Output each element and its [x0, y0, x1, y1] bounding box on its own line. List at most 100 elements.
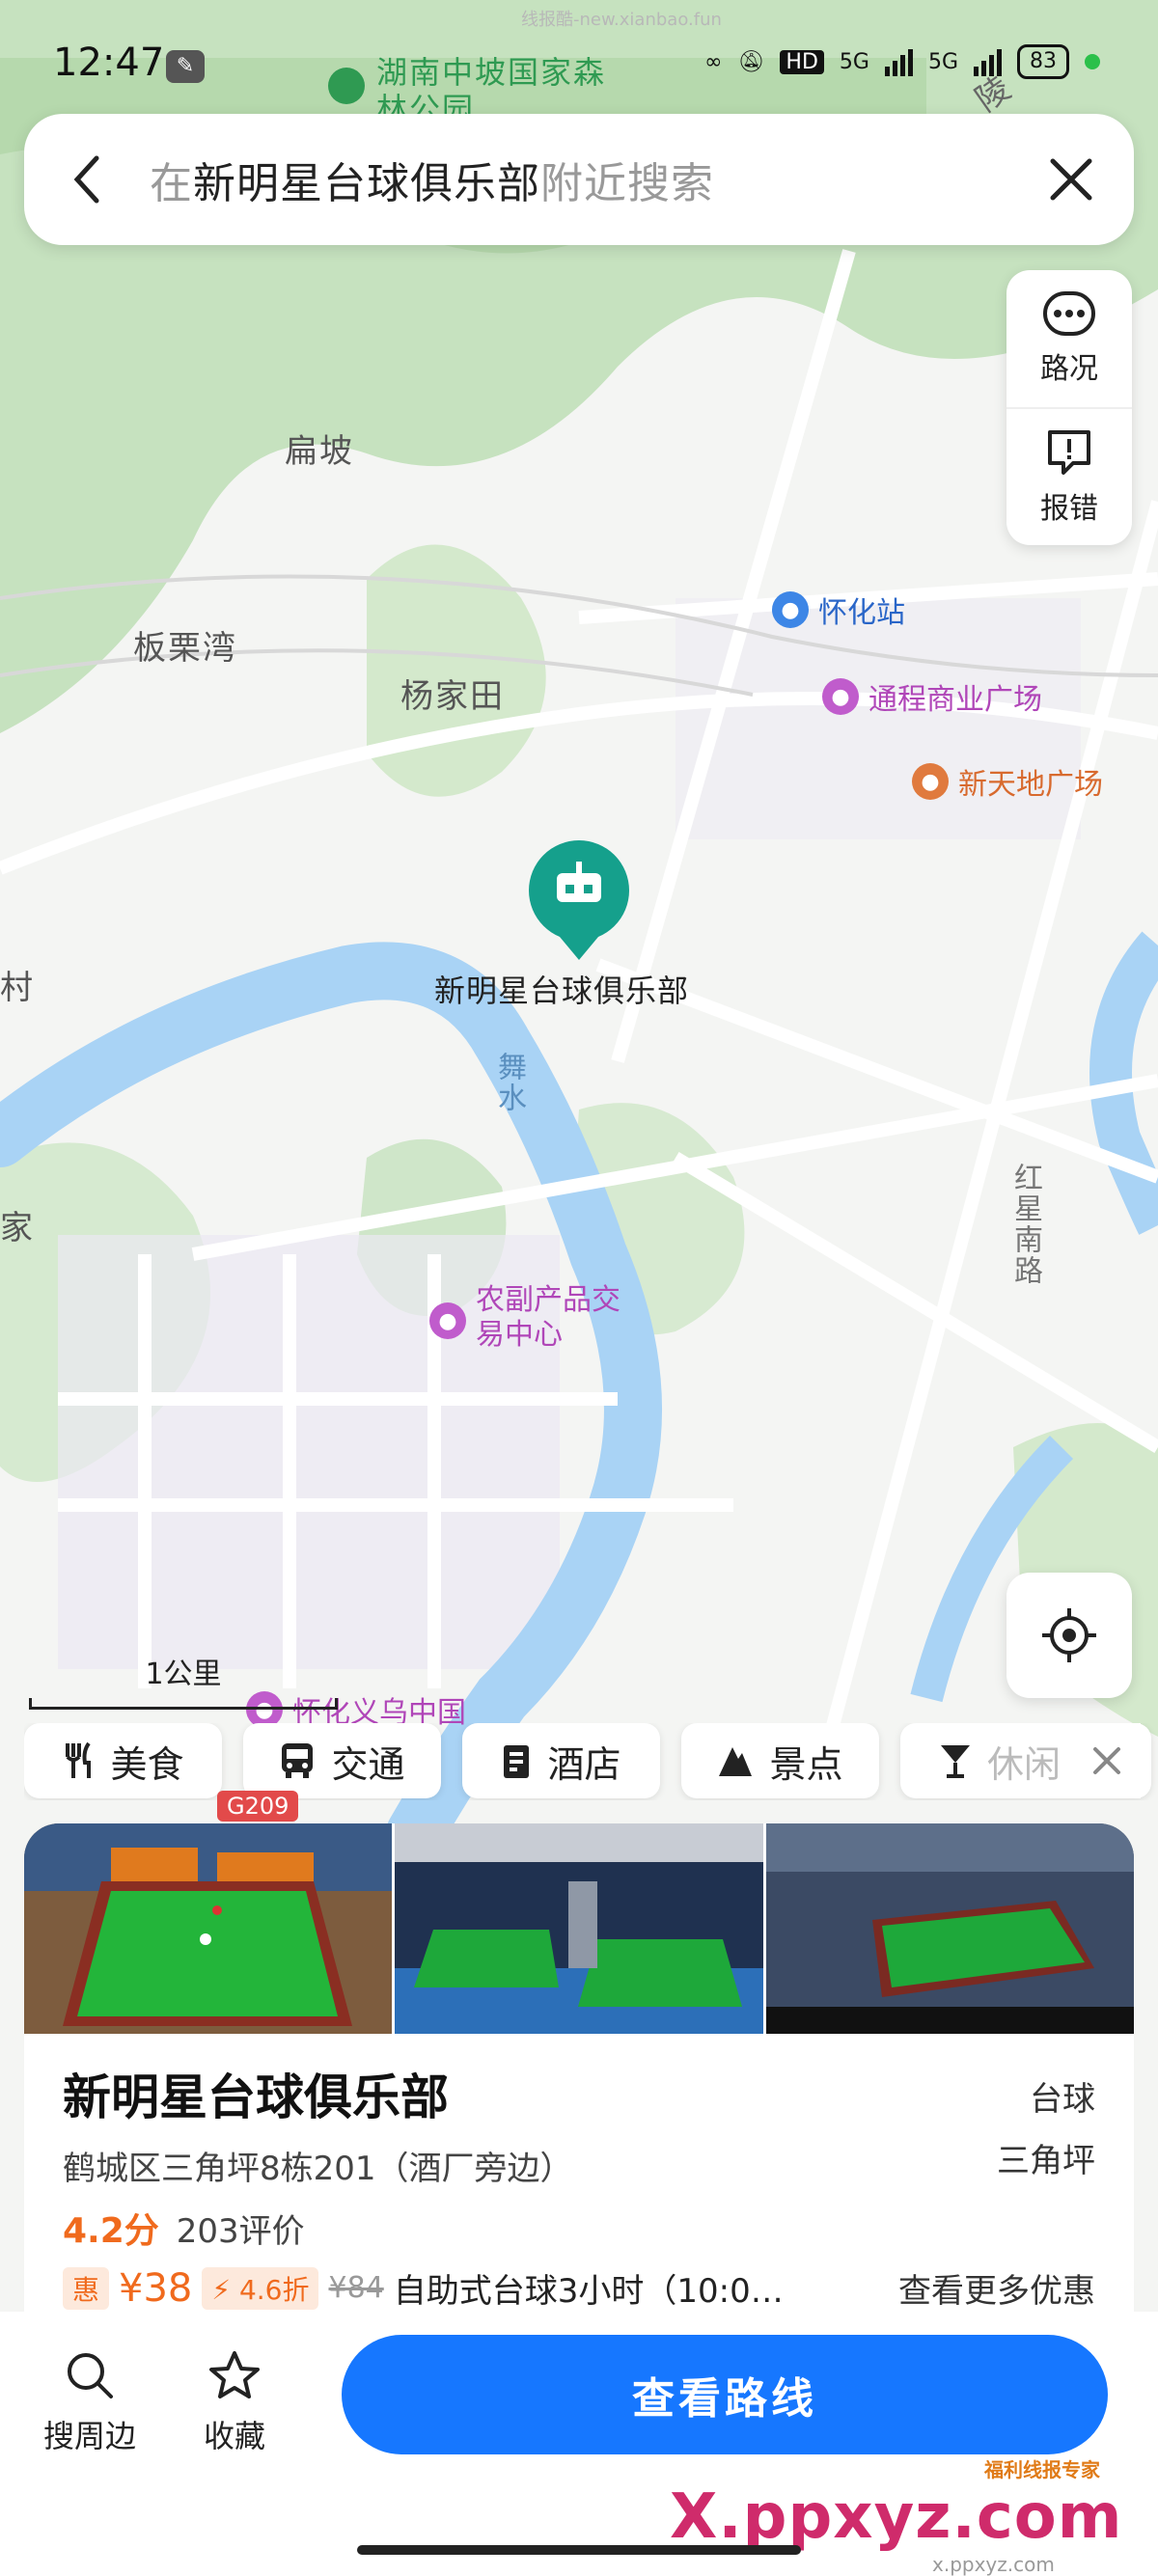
chip-food[interactable]: 美食 — [24, 1723, 222, 1798]
search-place: 新明星台球俱乐部 — [193, 159, 540, 208]
map-tools: 路况 报错 — [1006, 270, 1132, 545]
locate-button[interactable] — [1006, 1573, 1132, 1698]
chip-transit-label: 交通 — [331, 1742, 405, 1786]
search-prefix: 在 — [150, 159, 193, 208]
chip-hotel[interactable]: 酒店 — [462, 1723, 660, 1798]
search-bar[interactable]: 在新明星台球俱乐部附近搜索 — [24, 114, 1134, 245]
gesture-bar[interactable] — [357, 2545, 801, 2555]
fork-knife-icon — [66, 1741, 92, 1778]
poi-huaihua-station-label: 怀化站 — [818, 596, 905, 630]
wrench-icon: ✎ — [166, 50, 205, 83]
shopping-icon: ● — [822, 678, 859, 715]
poi-huaihua-station[interactable]: ● 怀化站 — [772, 589, 905, 631]
poi-xintiandi-label: 新天地广场 — [958, 768, 1103, 802]
map-label-bianpo: 扁坡 — [285, 432, 354, 471]
search-nearby-label: 搜周边 — [42, 2418, 136, 2454]
report-icon — [1048, 430, 1090, 475]
lightning-icon: ⚡ — [211, 2273, 232, 2306]
battery-indicator: 83 — [1017, 44, 1069, 79]
poi-address: 鹤城区三角坪8栋201（酒厂旁边） — [63, 2150, 573, 2188]
poi-reviews: 203评价 — [176, 2212, 305, 2251]
selected-poi-label[interactable]: 新明星台球俱乐部 — [434, 967, 689, 1011]
poi-xintiandi[interactable]: ● 新天地广场 — [912, 760, 1103, 803]
search-nearby-button[interactable]: 搜周边 — [27, 2350, 152, 2456]
rating-row[interactable]: 4.2分 203评价 — [63, 2203, 1095, 2253]
site-url: x.ppxyz.com — [932, 2553, 1055, 2576]
market-icon: ● — [429, 1302, 466, 1339]
5g-label-2: 5G — [927, 49, 958, 74]
more-deals-link[interactable]: 查看更多优惠 — [898, 2264, 1095, 2312]
poi-photo-2[interactable] — [395, 1823, 763, 2034]
link-icon: ∞ — [704, 49, 723, 74]
site-logo: X.ppxyz.com — [670, 2481, 1123, 2553]
poi-photo-3[interactable] — [765, 1823, 1134, 2034]
scale-label: 1公里 — [145, 1658, 222, 1691]
status-time: 12:47 — [53, 41, 165, 85]
original-price: ¥84 — [328, 2271, 384, 2305]
hotel-icon — [504, 1745, 530, 1778]
mountain-icon — [719, 1747, 753, 1776]
watermark-small-text: 福利线报专家 — [984, 2458, 1100, 2481]
poi-rating: 4.2分 — [63, 2211, 159, 2251]
cocktail-icon — [941, 1745, 970, 1778]
deal-tag: 惠 — [63, 2266, 110, 2310]
poi-photo-1[interactable] — [24, 1823, 393, 2034]
view-route-button[interactable]: 查看路线 — [342, 2335, 1108, 2454]
traffic-button[interactable]: 路况 — [1006, 270, 1132, 407]
poi-card[interactable]: 新明星台球俱乐部 台球 鹤城区三角坪8栋201（酒厂旁边） 三角坪 4.2分 2… — [24, 1823, 1134, 2325]
poi-tongcheng-label: 通程商业广场 — [868, 683, 1042, 717]
chip-leisure-label: 休闲 — [987, 1742, 1062, 1786]
billiard-table-image — [24, 1823, 393, 2034]
chip-food-label: 美食 — [110, 1742, 184, 1786]
chip-scenic-label: 景点 — [769, 1742, 843, 1786]
report-label: 报错 — [1040, 492, 1098, 526]
train-station-icon: ● — [772, 591, 809, 628]
map-label-river: 舞水 — [492, 1052, 526, 1113]
close-icon — [1093, 1747, 1120, 1774]
chevron-left-icon — [73, 155, 99, 204]
deal-row[interactable]: 惠 ¥38 ⚡ 4.6折 ¥84 自助式台球3小时（10:0… 查看更多优惠 — [63, 2264, 1095, 2312]
search-suffix: 附近搜索 — [540, 159, 714, 208]
status-bar: 线报酷-new.xianbao.fun 12:47 ✎ ∞ 🔕︎ HD 5G 5… — [0, 0, 1158, 106]
map-label-cun: 村 — [0, 969, 35, 1007]
deal-discount: ⚡ 4.6折 — [202, 2266, 319, 2310]
poi-category: 台球 — [1030, 2080, 1095, 2119]
poi-nongfu[interactable]: ● 农副产品交易中心 — [429, 1283, 620, 1353]
search-input[interactable]: 在新明星台球俱乐部附近搜索 — [150, 149, 1008, 210]
close-button[interactable] — [1008, 114, 1134, 245]
deal-discount-label: 4.6折 — [238, 2273, 310, 2306]
5g-label-1: 5G — [839, 49, 869, 74]
poi-tongcheng[interactable]: ● 通程商业广场 — [822, 675, 1042, 718]
poi-photos[interactable] — [24, 1823, 1134, 2034]
deal-price: ¥38 — [119, 2265, 193, 2311]
close-icon — [1050, 158, 1092, 201]
traffic-icon — [1043, 291, 1095, 336]
chip-scenic[interactable]: 景点 — [681, 1723, 879, 1798]
billiard-room-image — [765, 1823, 1134, 2034]
category-chips: 美食 交通 酒店 景点 休闲 — [24, 1723, 1158, 1800]
watermark-text: 线报酷-new.xianbao.fun — [521, 10, 722, 30]
chip-transit[interactable]: 交通 — [243, 1723, 441, 1798]
locate-icon — [1042, 1608, 1096, 1662]
map-label-hongxing-road: 红星南路 — [1008, 1163, 1042, 1286]
status-icons: ∞ 🔕︎ HD 5G 5G 83 — [704, 44, 1100, 79]
plaza-icon: ● — [912, 763, 949, 800]
map-label-yangjiatian: 杨家田 — [400, 677, 505, 716]
deal-description: 自助式台球3小时（10:0… — [393, 2272, 784, 2311]
poi-info[interactable]: 新明星台球俱乐部 台球 鹤城区三角坪8栋201（酒厂旁边） 三角坪 4.2分 2… — [24, 2034, 1134, 2312]
back-button[interactable] — [24, 114, 150, 245]
map-label-banliwan: 板栗湾 — [133, 629, 237, 668]
road-badge: G209 — [217, 1791, 299, 1822]
bus-icon — [282, 1743, 314, 1778]
hd-badge: HD — [780, 49, 824, 74]
scale-bar — [29, 1698, 338, 1710]
mute-icon: 🔕︎ — [737, 49, 765, 74]
poi-name: 新明星台球俱乐部 — [63, 2069, 449, 2125]
poi-nongfu-label: 农副产品交易中心 — [476, 1283, 620, 1352]
report-button[interactable]: 报错 — [1006, 407, 1132, 544]
billiard-hall-image — [395, 1823, 763, 2034]
chips-close-button[interactable] — [1073, 1723, 1141, 1798]
signal-icon-1 — [884, 47, 913, 76]
favorite-button[interactable]: 收藏 — [172, 2350, 297, 2456]
poi-district: 三角坪 — [997, 2142, 1095, 2180]
